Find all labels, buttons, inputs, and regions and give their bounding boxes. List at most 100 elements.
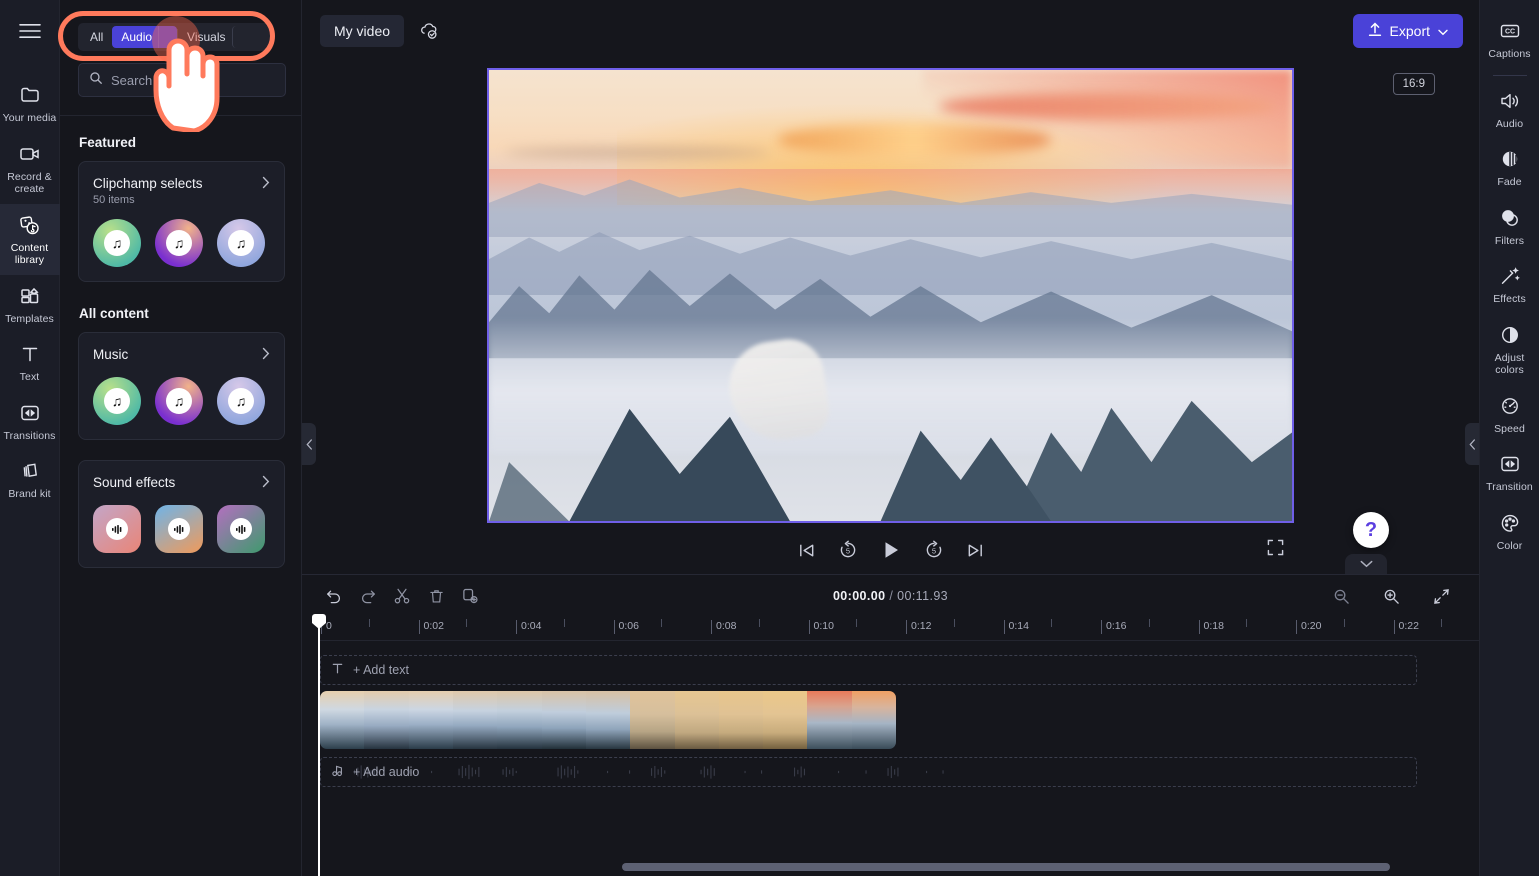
thumbnail-sound-effect[interactable] bbox=[93, 505, 141, 553]
zoom-in-button[interactable] bbox=[1377, 582, 1405, 610]
top-toolbar: My video Export bbox=[302, 0, 1479, 62]
thumbnail-music[interactable]: ♫ bbox=[93, 219, 141, 267]
panel-collapse-left-button[interactable] bbox=[302, 423, 316, 465]
aspect-ratio-badge[interactable]: 16:9 bbox=[1393, 73, 1435, 95]
sidebar-item-brand-kit[interactable]: Brand kit bbox=[0, 450, 60, 509]
text-icon bbox=[18, 342, 42, 366]
thumbnail-music[interactable]: ♫ bbox=[217, 377, 265, 425]
fit-timeline-button[interactable] bbox=[1427, 582, 1455, 610]
right-item-adjust-colors[interactable]: Adjust colors bbox=[1480, 314, 1539, 385]
music-note-icon: ♫ bbox=[228, 388, 254, 414]
timeline-horizontal-scrollbar[interactable] bbox=[622, 863, 1390, 871]
text-track[interactable]: + Add text bbox=[320, 655, 1417, 685]
right-item-speed[interactable]: Speed bbox=[1480, 385, 1539, 444]
panel-collapse-right-button[interactable] bbox=[1465, 423, 1479, 465]
project-name-field[interactable]: My video bbox=[320, 15, 404, 47]
filter-pill-audio-caret[interactable] bbox=[158, 26, 177, 48]
search-input[interactable] bbox=[111, 73, 275, 88]
filter-pill-all[interactable]: All bbox=[81, 26, 112, 48]
sidebar-item-content-library[interactable]: Content library bbox=[0, 204, 60, 275]
thumbnail-music[interactable]: ♫ bbox=[217, 219, 265, 267]
filter-pill-visuals[interactable]: Visuals bbox=[178, 26, 231, 48]
ruler-tick-label: 0:20 bbox=[1301, 620, 1321, 632]
filter-pill-audio-group[interactable]: Audio bbox=[112, 26, 177, 48]
right-item-fade[interactable]: Fade bbox=[1480, 138, 1539, 197]
sidebar-item-label: Your media bbox=[3, 112, 57, 125]
thumbnail-music[interactable]: ♫ bbox=[155, 219, 203, 267]
filters-icon bbox=[1498, 206, 1522, 230]
right-sidebar: CC Captions Audio Fade Filters bbox=[1479, 0, 1539, 876]
sidebar-item-record-create[interactable]: Record & create bbox=[0, 133, 60, 204]
redo-button[interactable] bbox=[354, 582, 382, 610]
waveform-icon bbox=[168, 518, 190, 540]
filter-pill-visuals-group[interactable]: Visuals bbox=[178, 26, 250, 48]
undo-button[interactable] bbox=[320, 582, 348, 610]
sidebar-item-templates[interactable]: Templates bbox=[0, 275, 60, 334]
timeline-playhead[interactable] bbox=[318, 614, 320, 876]
skip-to-start-button[interactable] bbox=[797, 541, 816, 560]
card-music[interactable]: Music ♫ ♫ ♫ bbox=[78, 332, 285, 440]
fade-icon bbox=[1498, 147, 1522, 171]
right-item-captions[interactable]: CC Captions bbox=[1480, 10, 1539, 69]
forward-5-button[interactable]: 5 bbox=[924, 540, 944, 560]
ruler-minor-tick bbox=[1441, 619, 1442, 627]
ruler-minor-tick bbox=[1051, 619, 1052, 627]
templates-icon bbox=[18, 284, 42, 308]
sidebar-item-transitions[interactable]: Transitions bbox=[0, 392, 60, 451]
timeline-tracks: + Add text bbox=[320, 655, 1479, 787]
delete-button[interactable] bbox=[422, 582, 450, 610]
thumbnail-music[interactable]: ♫ bbox=[155, 377, 203, 425]
sidebar-item-your-media[interactable]: Your media bbox=[0, 74, 60, 133]
timeline-collapse-button[interactable] bbox=[1345, 554, 1387, 574]
hamburger-menu-icon[interactable] bbox=[0, 0, 60, 62]
card-sound-effects[interactable]: Sound effects bbox=[78, 460, 285, 568]
card-title: Clipchamp selects bbox=[93, 175, 203, 192]
skip-to-end-button[interactable] bbox=[966, 541, 985, 560]
right-item-transition[interactable]: Transition bbox=[1480, 443, 1539, 502]
clip-frame bbox=[409, 691, 453, 749]
help-button[interactable]: ? bbox=[1353, 512, 1389, 548]
split-button[interactable] bbox=[388, 582, 416, 610]
right-item-color[interactable]: Color bbox=[1480, 502, 1539, 561]
cloud-saved-icon[interactable] bbox=[418, 21, 440, 41]
sidebar-item-text[interactable]: Text bbox=[0, 333, 60, 392]
audio-track[interactable]: + Add audio bbox=[320, 757, 1417, 787]
right-rail-divider bbox=[1493, 75, 1527, 76]
section-title-all-content: All content bbox=[79, 306, 285, 321]
chevron-right-icon[interactable] bbox=[262, 175, 270, 193]
fullscreen-button[interactable] bbox=[1267, 539, 1284, 561]
right-item-label: Adjust colors bbox=[1482, 352, 1538, 377]
filter-pill-visuals-caret[interactable] bbox=[232, 26, 251, 48]
ruler-minor-tick bbox=[1344, 619, 1345, 627]
right-item-audio[interactable]: Audio bbox=[1480, 80, 1539, 139]
duplicate-button[interactable] bbox=[456, 582, 484, 610]
add-audio-label: + Add audio bbox=[353, 765, 419, 779]
video-preview[interactable] bbox=[487, 68, 1294, 523]
music-note-icon: ♫ bbox=[228, 230, 254, 256]
clip-frame bbox=[542, 691, 586, 749]
timeline-toolbar: 00:00.00 / 00:11.93 bbox=[302, 575, 1479, 617]
waveform-icon bbox=[230, 518, 252, 540]
thumbnail-sound-effect[interactable] bbox=[217, 505, 265, 553]
rewind-5-button[interactable]: 5 bbox=[838, 540, 858, 560]
app-root: Your media Record & create Content libra… bbox=[0, 0, 1539, 876]
thumbnail-music[interactable]: ♫ bbox=[93, 377, 141, 425]
ruler-tick-label: 0:18 bbox=[1204, 620, 1224, 632]
filter-pill-audio[interactable]: Audio bbox=[112, 26, 158, 48]
search-audio-box[interactable] bbox=[78, 63, 286, 97]
zoom-out-button[interactable] bbox=[1327, 582, 1355, 610]
chevron-right-icon[interactable] bbox=[262, 346, 270, 364]
music-note-icon: ♫ bbox=[104, 230, 130, 256]
player-controls: 5 5 bbox=[487, 539, 1294, 561]
card-title: Sound effects bbox=[93, 474, 175, 491]
timeline-ruler[interactable]: 00:020:040:060:080:100:120:140:160:180:2… bbox=[320, 617, 1479, 641]
card-clipchamp-selects[interactable]: Clipchamp selects 50 items ♫ ♫ ♫ bbox=[78, 161, 285, 282]
right-item-filters[interactable]: Filters bbox=[1480, 197, 1539, 256]
play-button[interactable] bbox=[880, 539, 902, 561]
right-item-effects[interactable]: Effects bbox=[1480, 255, 1539, 314]
export-button[interactable]: Export bbox=[1353, 14, 1463, 48]
chevron-right-icon[interactable] bbox=[262, 474, 270, 492]
ruler-tick-label: 0 bbox=[326, 620, 332, 632]
thumbnail-sound-effect[interactable] bbox=[155, 505, 203, 553]
video-clip[interactable] bbox=[320, 691, 896, 749]
